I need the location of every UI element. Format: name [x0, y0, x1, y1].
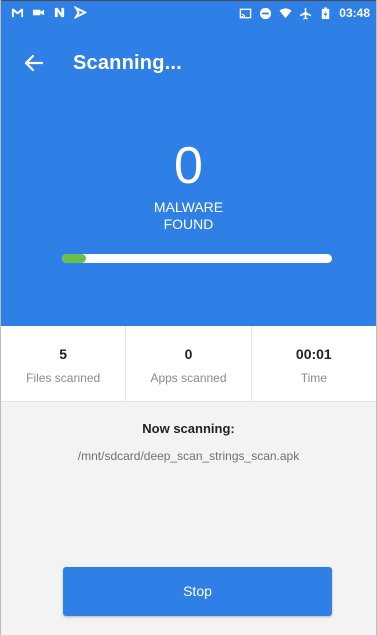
now-scanning-title: Now scanning:	[142, 421, 235, 436]
stop-button[interactable]: Stop	[63, 567, 332, 616]
stat-files-scanned: 5 Files scanned	[1, 326, 127, 401]
malware-found-line-1: MALWARE	[153, 199, 224, 215]
page-title: Scanning...	[73, 52, 182, 74]
mic-off-icon	[74, 6, 87, 19]
toolbar: Scanning...	[1, 44, 376, 84]
n-icon	[54, 7, 65, 18]
cast-icon	[239, 8, 252, 18]
status-bar-notifications	[11, 6, 87, 19]
status-bar-system: 03:48	[239, 6, 370, 20]
scan-progress-fill	[62, 254, 87, 263]
gmail-icon	[11, 8, 24, 18]
scan-progress-bar	[62, 254, 332, 263]
video-icon	[32, 9, 45, 16]
malware-count: 0	[174, 137, 203, 195]
stat-time: 00:01 Time	[252, 326, 376, 401]
battery-icon	[322, 6, 330, 19]
stat-label: Time	[300, 371, 327, 385]
do-not-disturb-icon	[260, 7, 272, 19]
airplane-icon	[300, 7, 312, 20]
arrow-back-icon[interactable]	[21, 50, 47, 76]
status-time: 03:48	[339, 6, 370, 20]
wifi-icon	[279, 7, 292, 18]
now-scanning-path: /mnt/sdcard/deep_scan_strings_scan.apk	[77, 449, 300, 463]
app-screen: 03:48 Scanning... 0 MALWARE FOUND 5 File…	[0, 0, 377, 635]
stat-value: 00:01	[295, 346, 332, 362]
stat-label: Files scanned	[26, 371, 101, 385]
stat-value: 0	[184, 346, 193, 362]
stat-label: Apps scanned	[150, 371, 227, 385]
stat-value: 5	[59, 346, 68, 362]
malware-found-label: MALWARE FOUND	[1, 199, 376, 233]
scan-stats: 5 Files scanned 0 Apps scanned 00:01 Tim…	[1, 326, 376, 402]
status-bar: 03:48	[1, 0, 376, 26]
malware-found-line-2: FOUND	[163, 216, 214, 232]
stat-apps-scanned: 0 Apps scanned	[126, 326, 252, 401]
